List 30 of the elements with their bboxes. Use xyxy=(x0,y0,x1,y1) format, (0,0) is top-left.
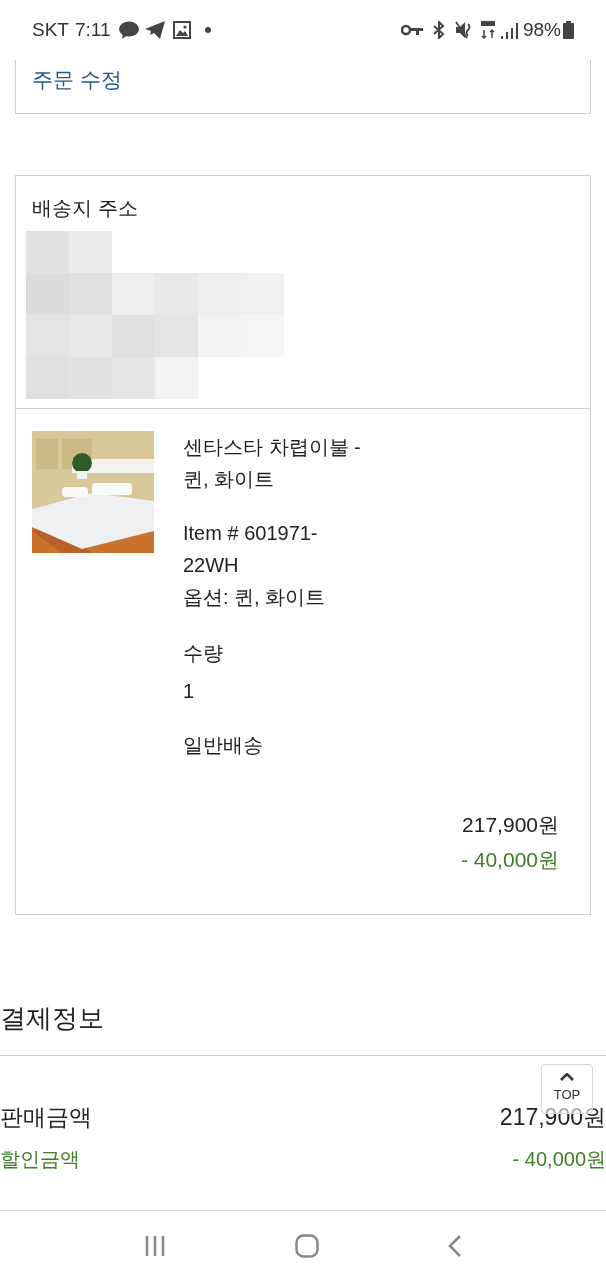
battery-icon xyxy=(563,21,574,39)
quantity-value: 1 xyxy=(183,679,196,704)
dot-icon xyxy=(204,27,211,33)
bluetooth-icon xyxy=(432,21,445,39)
chevron-up-icon xyxy=(560,1073,574,1082)
carrier: SKT xyxy=(32,17,69,42)
mute-icon xyxy=(454,21,473,39)
payment-heading: 결제정보 xyxy=(0,1002,105,1035)
key-icon xyxy=(400,24,423,36)
item-discount: - 40,000원 xyxy=(460,847,559,873)
paper-plane-icon xyxy=(144,21,165,39)
payment-label: 판매금액 xyxy=(0,1103,92,1132)
payment-label: 할인금액 xyxy=(0,1146,80,1172)
back-icon[interactable] xyxy=(447,1234,462,1257)
image-icon xyxy=(172,21,191,39)
chat-bubble-icon xyxy=(118,21,139,39)
edit-order-link[interactable]: 주문 수정 xyxy=(32,64,122,96)
product-option: 옵션: 퀸, 화이트 xyxy=(183,581,368,613)
address-heading: 배송지 주소 xyxy=(31,196,139,221)
clock: 7:11 xyxy=(74,17,111,42)
shipping-method: 일반배송 xyxy=(183,733,264,758)
battery-percent: 98% xyxy=(522,17,561,42)
item-price: 217,900원 xyxy=(462,812,559,838)
recent-apps-icon[interactable] xyxy=(144,1234,167,1257)
item-number: Item # 601971-22WH xyxy=(183,521,319,578)
home-icon[interactable] xyxy=(295,1233,319,1258)
payment-amount: - 40,000원 xyxy=(512,1146,606,1172)
product-name: 센타스타 차렵이불 - 퀸, 화이트 xyxy=(183,435,362,492)
lte-signal-icon xyxy=(480,20,519,40)
quantity-label: 수량 xyxy=(183,641,224,666)
